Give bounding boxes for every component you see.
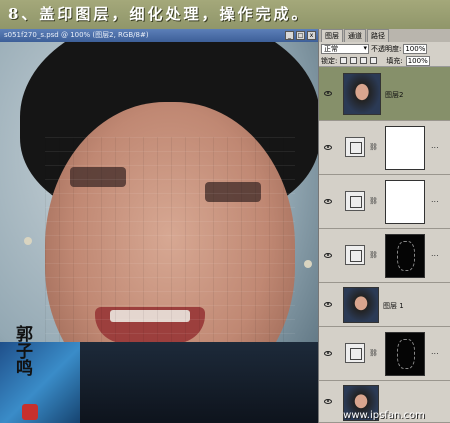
close-icon[interactable]: x — [307, 31, 316, 40]
layer-row[interactable]: 图层2 — [319, 67, 450, 121]
maximize-icon[interactable]: □ — [296, 31, 305, 40]
layer-name-truncated: ... — [431, 195, 439, 204]
layer-thumbnail — [343, 287, 379, 323]
chain-link-icon[interactable]: ⛓ — [369, 197, 378, 205]
layer-row[interactable]: ⛓ ... — [319, 121, 450, 175]
layer-name[interactable]: 图层 1 — [383, 301, 404, 311]
adjustment-layer-icon — [345, 137, 365, 157]
layer-row[interactable]: ⛓ ... — [319, 229, 450, 283]
document-window: s051f270_s.psd @ 100% (图层2, RGB/8#) _ □ … — [0, 29, 318, 423]
tab-paths[interactable]: 路径 — [367, 29, 389, 42]
panel-tabs: 图层 通道 路径 — [319, 29, 450, 42]
layers-panel: 图层 通道 路径 正常 不透明度: 100% 锁定: 填充: 100% 图层2 … — [318, 29, 450, 423]
opacity-label: 不透明度: — [371, 44, 402, 53]
chain-link-icon[interactable]: ⛓ — [369, 349, 378, 357]
layer-row[interactable]: ⛓ ... — [319, 175, 450, 229]
opacity-field[interactable]: 100% — [403, 43, 428, 54]
tab-layers[interactable]: 图层 — [321, 29, 343, 42]
earring-left — [24, 237, 32, 245]
window-controls: _ □ x — [285, 31, 316, 40]
fill-field[interactable]: 100% — [405, 55, 430, 66]
blend-opacity-row: 正常 不透明度: 100% — [319, 42, 450, 55]
lock-label: 锁定: — [321, 56, 338, 65]
lock-transparency-icon[interactable] — [340, 57, 348, 64]
visibility-eye-icon[interactable] — [324, 199, 332, 204]
lock-move-icon[interactable] — [360, 57, 368, 64]
earring-right — [304, 260, 312, 268]
lock-paint-icon[interactable] — [350, 57, 358, 64]
layer-row[interactable]: ⛓ ... — [319, 327, 450, 381]
layer-mask-thumbnail — [385, 332, 425, 376]
fill-label: 填充: — [386, 56, 403, 65]
image-canvas[interactable]: 郭子鸣 — [0, 42, 318, 423]
lock-all-icon[interactable] — [370, 57, 378, 64]
visibility-eye-icon[interactable] — [324, 145, 332, 150]
adjustment-layer-icon — [345, 343, 365, 363]
lock-fill-row: 锁定: 填充: 100% — [319, 55, 450, 67]
layer-mask-thumbnail — [385, 126, 425, 170]
layer-thumbnail — [343, 73, 381, 115]
visibility-eye-icon[interactable] — [324, 253, 332, 258]
document-title-bar[interactable]: s051f270_s.psd @ 100% (图层2, RGB/8#) _ □ … — [0, 29, 318, 42]
layer-name-truncated: ... — [431, 347, 439, 356]
chain-link-icon[interactable]: ⛓ — [369, 143, 378, 151]
seal-stamp — [22, 404, 38, 420]
layer-name-truncated: ... — [431, 141, 439, 150]
layer-name-truncated: ... — [431, 249, 439, 258]
site-watermark: www.ipsfan.com — [343, 410, 425, 421]
signature: 郭子鸣 — [16, 325, 33, 379]
visibility-eye-icon[interactable] — [324, 399, 332, 404]
scarf-region — [0, 342, 80, 423]
layer-mask-thumbnail — [385, 180, 425, 224]
tab-channels[interactable]: 通道 — [344, 29, 366, 42]
layer-mask-thumbnail — [385, 234, 425, 278]
chain-link-icon[interactable]: ⛓ — [369, 251, 378, 259]
blend-mode-select[interactable]: 正常 — [321, 43, 369, 54]
visibility-eye-icon[interactable] — [324, 302, 332, 307]
minimize-icon[interactable]: _ — [285, 31, 294, 40]
visibility-eye-icon[interactable] — [324, 351, 332, 356]
adjustment-layer-icon — [345, 245, 365, 265]
layer-row[interactable]: 图层 1 — [319, 283, 450, 327]
visibility-eye-icon[interactable] — [324, 91, 332, 96]
adjustment-layer-icon — [345, 191, 365, 211]
document-title: s051f270_s.psd @ 100% (图层2, RGB/8#) — [4, 31, 149, 39]
layer-name[interactable]: 图层2 — [385, 90, 403, 100]
step-text: 8、盖印图层，细化处理，操作完成。 — [8, 5, 310, 23]
tutorial-banner: 8、盖印图层，细化处理，操作完成。 — [0, 0, 450, 29]
